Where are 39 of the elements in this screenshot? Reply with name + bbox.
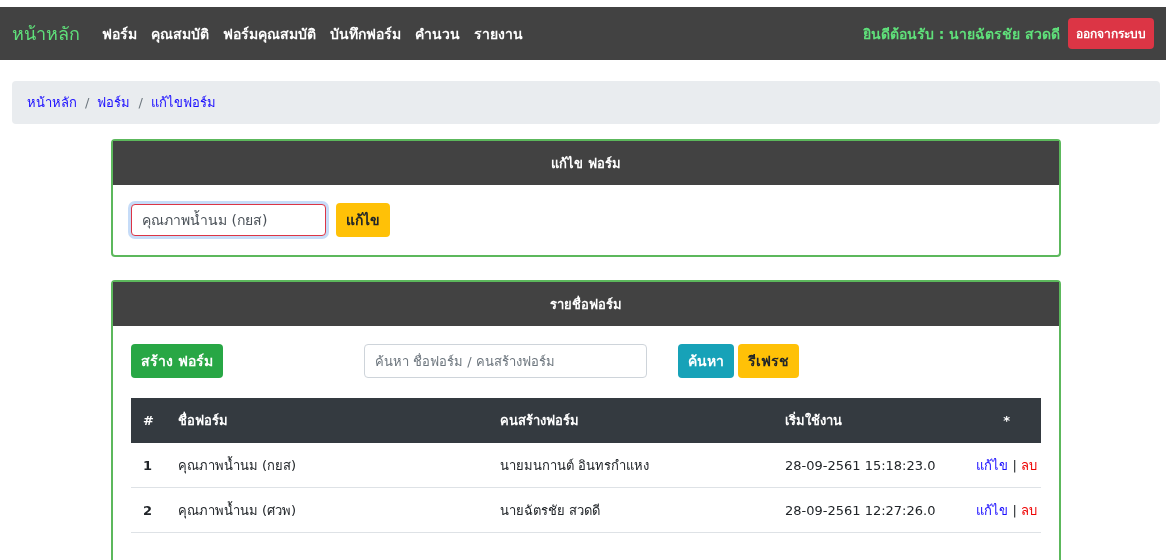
nav-link[interactable]: ฟอร์มคุณสมบัติ — [223, 22, 316, 45]
form-name-field[interactable]: คุณภาพน้ำนม (กยส) — [131, 204, 326, 236]
breadcrumb-separator: / — [138, 95, 143, 110]
card-header: รายชื่อฟอร์ม — [113, 282, 1059, 326]
welcome-text: ยินดีต้อนรับ : นายฉัตรชัย สวดดี — [862, 24, 1060, 44]
table-cell: 28-09-2561 15:18:23.0 — [772, 443, 973, 488]
link-separator: | — [1012, 502, 1017, 518]
table-cell: 1 — [131, 443, 166, 488]
breadcrumb-link[interactable]: แก้ไขฟอร์ม — [150, 92, 216, 113]
column-header: # — [131, 398, 166, 443]
table-cell: 28-09-2561 12:27:26.0 — [772, 487, 973, 533]
table-cell: นายมนกานต์ อินทรกำแหง — [488, 443, 773, 488]
breadcrumb-link[interactable]: ฟอร์ม — [97, 92, 131, 113]
delete-link[interactable]: ลบ — [1021, 457, 1037, 473]
breadcrumb-link[interactable]: หน้าหลัก — [27, 92, 77, 113]
table-cell: คุณภาพน้ำนม (ศวพ) — [165, 487, 489, 533]
column-header: คนสร้างฟอร์ม — [488, 398, 773, 443]
refresh-button[interactable]: รีเฟรช — [737, 344, 799, 378]
table-cell: 2 — [131, 487, 166, 533]
breadcrumb-separator: / — [85, 95, 90, 110]
card-header: แก้ไข ฟอร์ม — [113, 141, 1059, 185]
nav-link[interactable]: บันทึกฟอร์ม — [330, 22, 401, 45]
column-header: ชื่อฟอร์ม — [165, 398, 489, 443]
edit-link[interactable]: แก้ไข — [976, 502, 1009, 518]
table-cell: นายฉัตรชัย สวดดี — [488, 487, 773, 533]
brand-link[interactable]: หน้าหลัก — [12, 19, 80, 48]
link-separator: | — [1012, 457, 1017, 473]
nav-link[interactable]: ฟอร์ม — [102, 22, 137, 45]
column-header: * — [972, 398, 1041, 443]
column-header: เริ่มใช้งาน — [772, 398, 973, 443]
delete-link[interactable]: ลบ — [1021, 502, 1037, 518]
edit-link[interactable]: แก้ไข — [976, 457, 1009, 473]
nav-link[interactable]: คุณสมบัติ — [151, 22, 209, 45]
search-field[interactable]: ค้นหา ชื่อฟอร์ม / คนสร้างฟอร์ม — [363, 344, 647, 378]
edit-button[interactable]: แก้ไข — [336, 203, 390, 237]
logout-button[interactable]: ออกจากระบบ — [1068, 18, 1154, 49]
table-cell: คุณภาพน้ำนม (กยส) — [165, 443, 489, 488]
nav-link[interactable]: รายงาน — [474, 22, 523, 45]
nav-link[interactable]: คำนวน — [415, 22, 460, 45]
